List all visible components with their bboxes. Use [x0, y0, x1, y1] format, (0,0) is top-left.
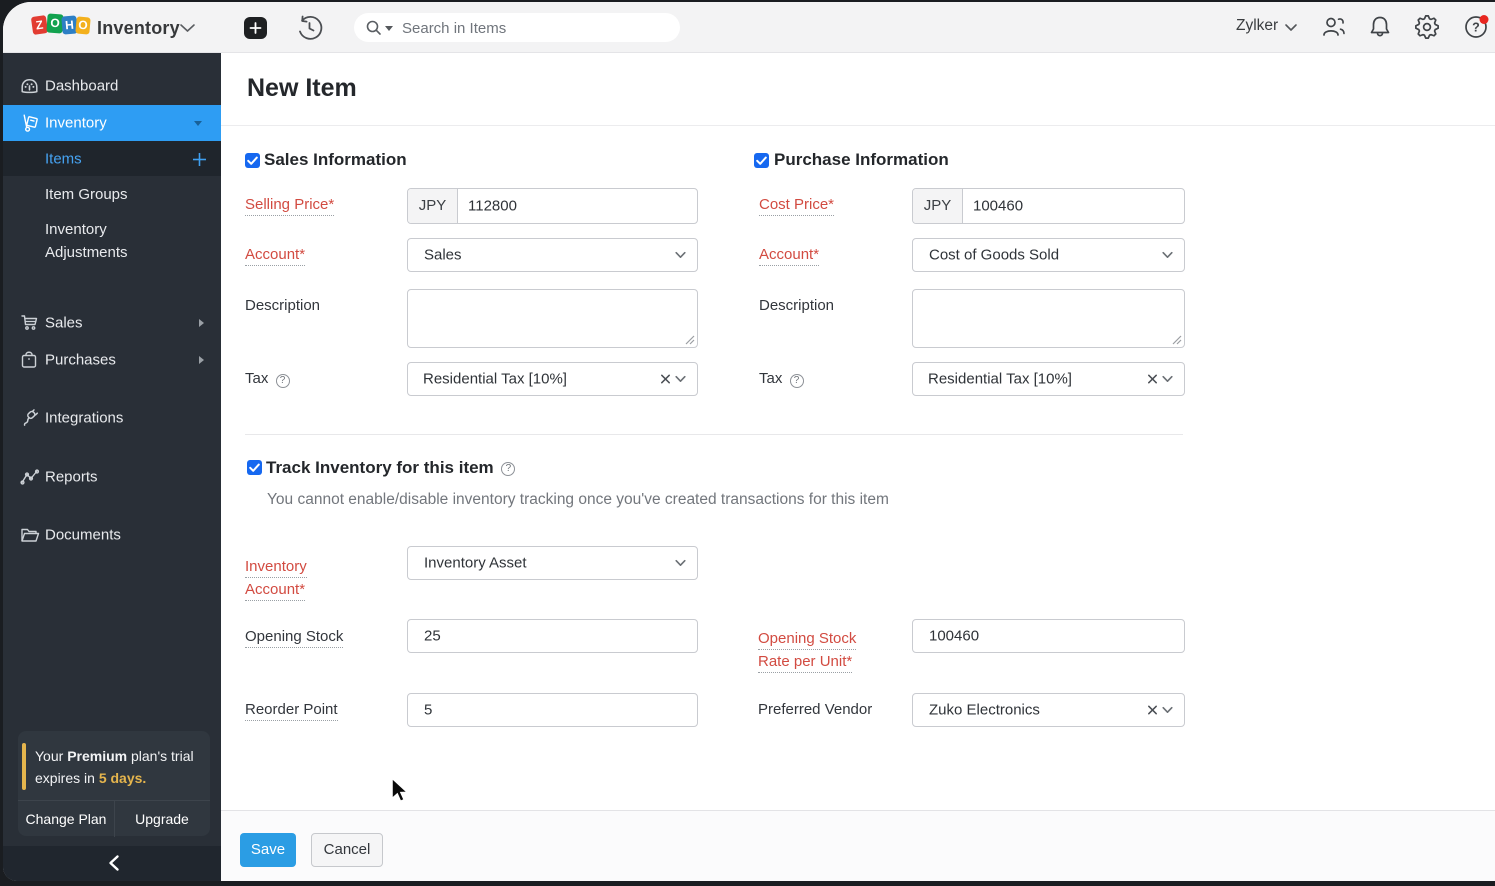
svg-text:?: ? — [1472, 21, 1480, 35]
